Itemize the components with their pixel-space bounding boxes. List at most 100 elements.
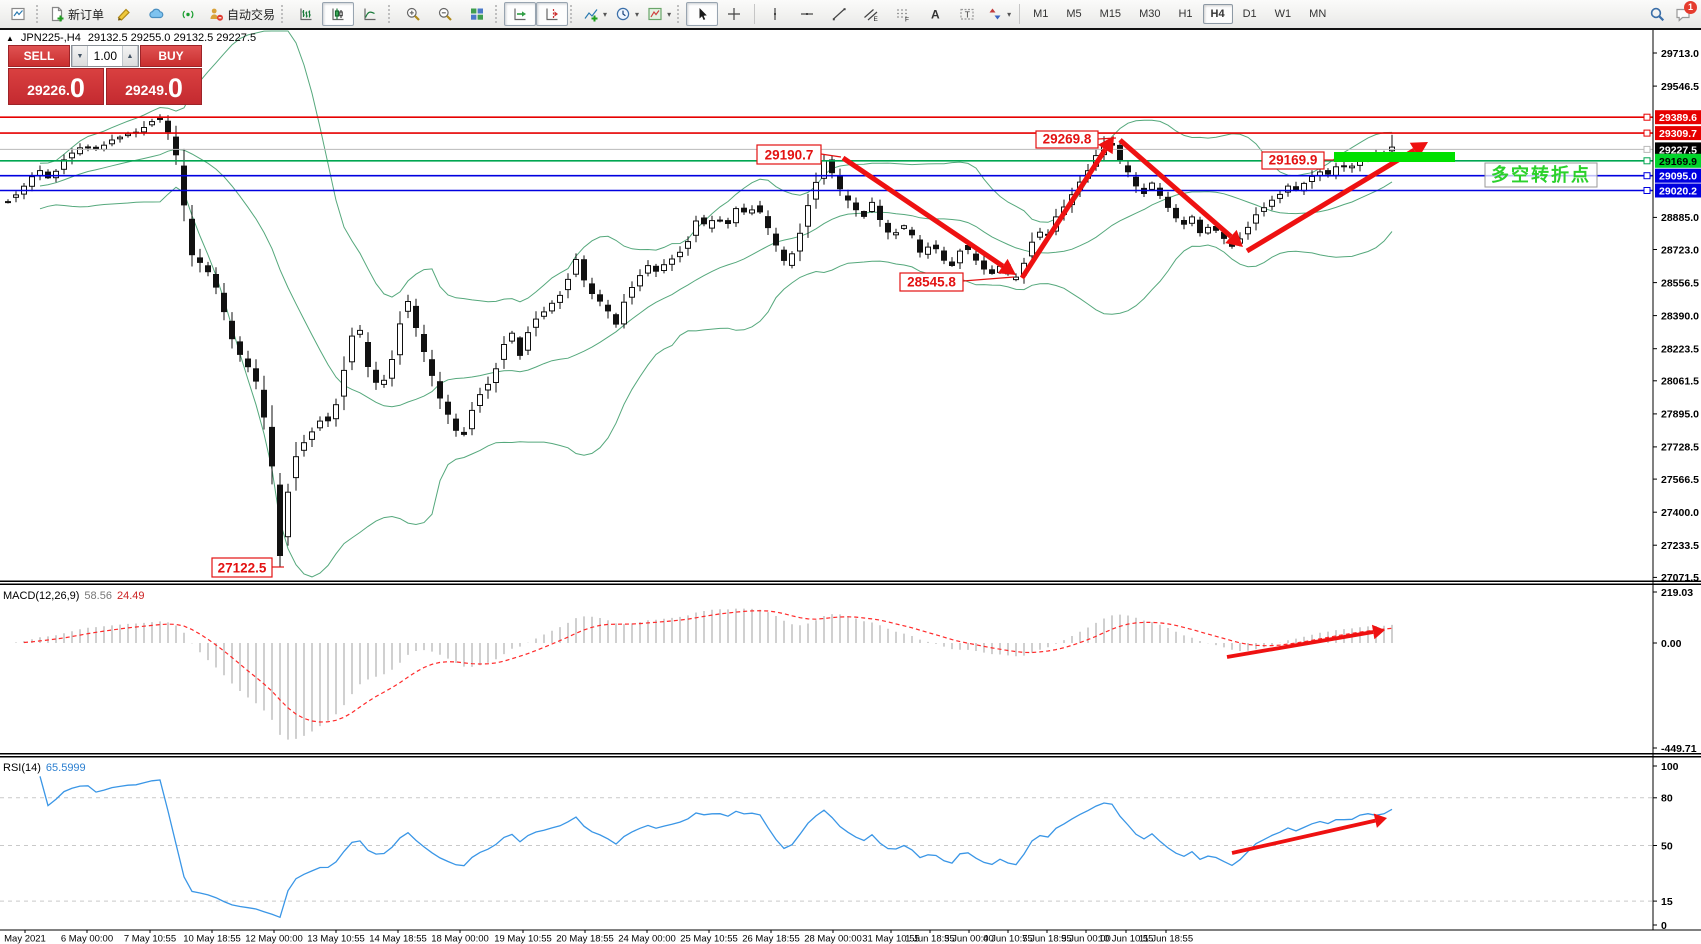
tf-m1-button[interactable]: M1 xyxy=(1025,4,1056,24)
crosshair-button-icon xyxy=(726,6,742,22)
text-button[interactable]: A xyxy=(919,2,951,26)
tf-h4-button[interactable]: H4 xyxy=(1203,4,1233,24)
auto-trading-button-label: 自动交易 xyxy=(227,6,275,23)
trendline-button[interactable] xyxy=(823,2,855,26)
macd-main-value: 58.56 xyxy=(84,590,112,602)
arrows-button-caret-icon: ▾ xyxy=(1007,10,1011,19)
svg-text:12 May 00:00: 12 May 00:00 xyxy=(245,934,303,944)
sell-price[interactable]: 29226. 0 xyxy=(8,68,104,105)
cursor-button[interactable] xyxy=(686,2,718,26)
tf-mn-button[interactable]: MN xyxy=(1301,4,1334,24)
line-chart-button-icon xyxy=(362,6,378,22)
highlight-zone xyxy=(1334,152,1455,162)
chart-canvas[interactable]: 29190.729269.829169.928545.827122.5多空转折点… xyxy=(0,0,1701,944)
indicators-button-caret-icon: ▾ xyxy=(603,10,607,19)
notification-badge: 1 xyxy=(1684,1,1697,14)
buy-button[interactable]: BUY xyxy=(140,45,202,67)
zoom-in-button[interactable] xyxy=(397,2,429,26)
templates-button[interactable]: ▾ xyxy=(643,2,675,26)
svg-text:6 May 00:00: 6 May 00:00 xyxy=(61,934,113,944)
svg-text:多空转折点: 多空转折点 xyxy=(1491,164,1591,185)
line-chart-button[interactable] xyxy=(354,2,386,26)
arrows-button[interactable]: ▾ xyxy=(983,2,1015,26)
volume-down-button[interactable]: ▼ xyxy=(72,46,88,66)
rsi-title: RSI(14) 65.5999 xyxy=(3,762,86,774)
volume-value[interactable]: 1.00 xyxy=(88,46,122,66)
tf-w1-button[interactable]: W1 xyxy=(1267,4,1300,24)
periods-button-icon xyxy=(615,6,631,22)
indicators-button-icon xyxy=(583,6,599,22)
auto-trading-button[interactable]: 自动交易 xyxy=(204,2,279,26)
periods-button[interactable]: ▾ xyxy=(611,2,643,26)
templates-button-caret-icon: ▾ xyxy=(667,10,671,19)
svg-text:10 May 18:55: 10 May 18:55 xyxy=(183,934,241,944)
tf-d1-button[interactable]: D1 xyxy=(1235,4,1265,24)
svg-text:-449.71: -449.71 xyxy=(1661,743,1697,755)
toolbar-right: 1 xyxy=(1649,6,1701,22)
tile-windows-button-icon xyxy=(469,6,485,22)
tf-m5-button[interactable]: M5 xyxy=(1058,4,1089,24)
styler-button-icon xyxy=(116,6,132,22)
svg-text:28545.8: 28545.8 xyxy=(907,275,956,290)
toolbar-drag-handle xyxy=(281,5,286,23)
bar-chart-button[interactable] xyxy=(290,2,322,26)
chart-shift-button[interactable] xyxy=(536,2,568,26)
svg-text:50: 50 xyxy=(1661,840,1673,852)
chart-window-icon[interactable] xyxy=(2,2,34,26)
app-window: 新订单 自动交易 ▾ ▾ ▾ EFAT ▾ M1M5M15M30H1H4D1W1MN 1 291… xyxy=(0,0,1701,944)
notifications-button[interactable]: 1 xyxy=(1675,6,1691,22)
new-order-button[interactable]: 新订单 xyxy=(45,2,108,26)
svg-text:29169.9: 29169.9 xyxy=(1269,153,1318,168)
tile-windows-button[interactable] xyxy=(461,2,493,26)
toolbar-drag-handle xyxy=(388,5,393,23)
tf-m30-button[interactable]: M30 xyxy=(1131,4,1168,24)
fibonacci-button[interactable]: F xyxy=(887,2,919,26)
svg-text:29190.7: 29190.7 xyxy=(765,148,814,163)
search-icon[interactable] xyxy=(1649,6,1665,22)
signals-button[interactable] xyxy=(172,2,204,26)
buy-price[interactable]: 29249. 0 xyxy=(106,68,202,105)
svg-text:0.00: 0.00 xyxy=(1661,638,1682,650)
svg-text:219.03: 219.03 xyxy=(1661,587,1693,599)
label-button[interactable]: T xyxy=(951,2,983,26)
arrows-button-icon xyxy=(987,6,1003,22)
vline-button[interactable] xyxy=(759,2,791,26)
svg-text:29309.7: 29309.7 xyxy=(1659,128,1697,140)
auto-scroll-button[interactable] xyxy=(504,2,536,26)
svg-text:27895.0: 27895.0 xyxy=(1661,409,1699,421)
new-order-button-icon xyxy=(49,6,65,22)
svg-text:29389.6: 29389.6 xyxy=(1659,112,1697,124)
candlestick-chart-button[interactable] xyxy=(322,2,354,26)
svg-text:15: 15 xyxy=(1661,896,1673,908)
channel-button[interactable]: E xyxy=(855,2,887,26)
svg-text:May 2021: May 2021 xyxy=(4,934,46,944)
svg-text:18 May 00:00: 18 May 00:00 xyxy=(431,934,489,944)
templates-button-icon xyxy=(647,6,663,22)
one-click-trading-panel: SELL ▼ 1.00 ▲ BUY 29226. 0 29249. 0 xyxy=(8,45,202,105)
candlestick-chart-button-icon xyxy=(330,6,346,22)
chart-window-icon-icon xyxy=(10,6,26,22)
volume-stepper: ▼ 1.00 ▲ xyxy=(71,45,139,67)
styler-button[interactable] xyxy=(108,2,140,26)
sell-price-main: 29226. xyxy=(27,78,70,102)
toolbar-drag-handle xyxy=(570,5,575,23)
hline-button[interactable] xyxy=(791,2,823,26)
channel-button-icon: E xyxy=(863,6,879,22)
chart-shift-button-icon xyxy=(544,6,560,22)
svg-text:28390.0: 28390.0 xyxy=(1661,310,1699,322)
indicators-button[interactable]: ▾ xyxy=(579,2,611,26)
tf-m15-button[interactable]: M15 xyxy=(1092,4,1129,24)
expander-icon[interactable]: ▲ xyxy=(6,34,14,43)
crosshair-button[interactable] xyxy=(718,2,750,26)
tf-h1-button[interactable]: H1 xyxy=(1170,4,1200,24)
sell-price-big-digit: 0 xyxy=(70,75,85,102)
zoom-out-button[interactable] xyxy=(429,2,461,26)
toolbar-separator xyxy=(1019,4,1020,24)
svg-text:26 May 18:55: 26 May 18:55 xyxy=(742,934,800,944)
community-button[interactable] xyxy=(140,2,172,26)
rsi-value: 65.5999 xyxy=(46,762,86,774)
hline-button-icon xyxy=(799,6,815,22)
sell-button[interactable]: SELL xyxy=(8,45,70,67)
volume-up-button[interactable]: ▲ xyxy=(122,46,138,66)
new-order-button-label: 新订单 xyxy=(68,6,104,23)
